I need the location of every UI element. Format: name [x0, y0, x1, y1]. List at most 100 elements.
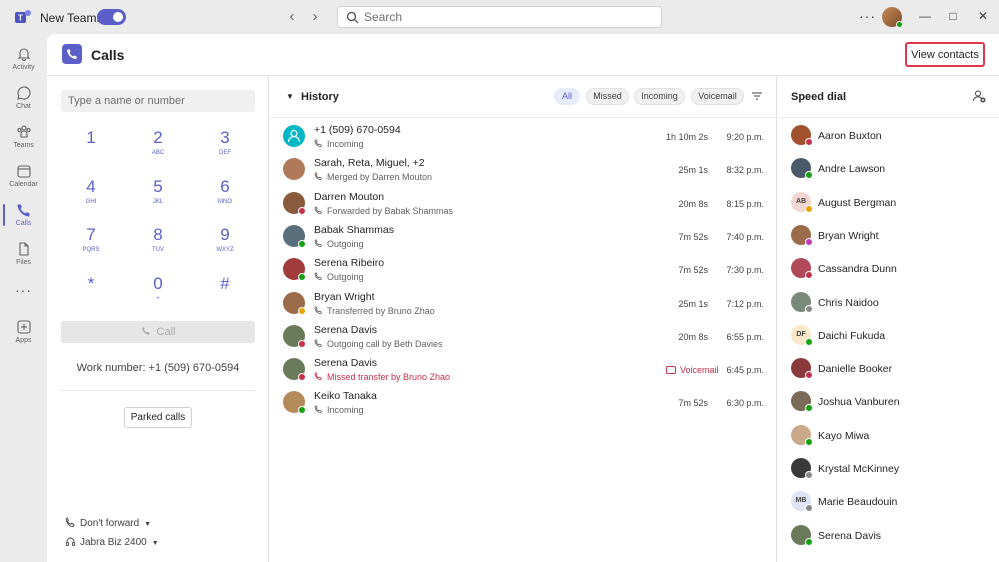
call-detail-text: Forwarded by Babak Shammas — [327, 205, 454, 216]
call-label: Call — [156, 326, 176, 338]
call-time: 7:30 p.m. — [726, 265, 764, 276]
call-button[interactable]: Call — [61, 321, 255, 343]
bell-icon — [17, 48, 30, 61]
speed-dial-item[interactable]: Bryan Wright — [778, 220, 999, 253]
speed-dial-item[interactable]: Joshua Vanburen — [778, 386, 999, 419]
dial-key[interactable]: # — [205, 274, 245, 314]
speed-dial-item[interactable]: Andre Lawson — [778, 153, 999, 186]
dial-key[interactable]: * — [71, 274, 111, 314]
forward-arrow-icon[interactable]: › — [307, 9, 323, 25]
more-options-icon[interactable]: ··· — [859, 8, 876, 24]
contact-name: Chris Naidoo — [818, 296, 879, 309]
user-presence-badge — [896, 21, 903, 28]
rail-item-files[interactable]: Files — [0, 235, 47, 274]
rail-more-icon[interactable]: ··· — [0, 282, 47, 298]
dial-key[interactable]: 2 ABC — [138, 128, 178, 168]
key-digit: 8 — [153, 225, 163, 244]
rail-item-chat[interactable]: Chat — [0, 79, 47, 118]
contact-name: Marie Beaudouin — [818, 496, 898, 509]
view-contacts-button[interactable]: View contacts — [905, 42, 985, 67]
close-icon[interactable]: ✕ — [975, 8, 991, 24]
key-letters: JKL — [152, 199, 164, 205]
chevron-down-icon: ▼ — [144, 521, 152, 528]
history-row[interactable]: Darren Mouton Forwarded by Babak Shammas 2… — [270, 188, 777, 221]
speed-dial-item[interactable]: Chris Naidoo — [778, 287, 999, 320]
filter-incoming[interactable]: Incoming — [634, 88, 685, 105]
rail-item-apps[interactable]: Apps — [0, 313, 47, 352]
teams-logo-icon: T — [15, 10, 31, 23]
speed-dial-item[interactable]: Kayo Miwa — [778, 420, 999, 453]
parked-calls-button[interactable]: Parked calls — [124, 407, 192, 428]
call-detail: Incoming — [314, 405, 364, 415]
history-row[interactable]: Serena Davis Outgoing call by Beth Davies… — [270, 321, 777, 354]
rail-label: Calls — [15, 220, 32, 227]
dial-key[interactable]: 5 JKL — [138, 177, 178, 217]
voicemail-link[interactable]: Voicemail — [666, 365, 719, 375]
filter-icon[interactable] — [751, 90, 763, 102]
contact-name: Sarah, Reta, Miguel, +2 — [314, 157, 425, 170]
speed-dial-item[interactable]: AB August Bergman — [778, 187, 999, 220]
new-teams-toggle[interactable] — [97, 9, 126, 25]
number-input[interactable] — [61, 90, 255, 112]
call-detail-text: Incoming — [327, 139, 364, 149]
key-letters: MNO — [218, 199, 232, 205]
speed-dial-item[interactable]: Serena Davis — [778, 520, 999, 553]
contact-name: Danielle Booker — [818, 363, 893, 376]
call-detail: Outgoing — [314, 272, 364, 282]
history-row[interactable]: +1 (509) 670-0594 Incoming 1h 10m 2s 9:20 p… — [270, 121, 777, 154]
file-icon — [18, 242, 29, 256]
rail-label: Calendar — [9, 181, 38, 188]
dial-key[interactable]: 8 TUV — [138, 225, 178, 265]
presence-badge — [298, 406, 306, 415]
rail-item-activity[interactable]: Activity — [0, 40, 47, 79]
rail-label: Activity — [12, 64, 35, 71]
contact-name: Bryan Wright — [314, 290, 375, 303]
add-contact-icon[interactable] — [972, 89, 986, 103]
audio-device-dropdown[interactable]: Jabra Biz 2400 ▼ — [65, 536, 159, 550]
dial-key[interactable]: 0 + — [138, 274, 178, 314]
history-row[interactable]: Bryan Wright Transferred by Bruno Zhao 25m… — [270, 288, 777, 321]
search-box[interactable] — [337, 6, 662, 28]
dial-key[interactable]: 3 DEF — [205, 128, 245, 168]
history-row[interactable]: Babak Shammas Outgoing 7m 52s 7:40 p.m. — [270, 221, 777, 254]
speed-dial-item[interactable]: Krystal McKinney — [778, 453, 999, 486]
call-time: 7:40 p.m. — [726, 231, 764, 242]
key-digit: 2 — [153, 128, 163, 147]
rail-item-calendar[interactable]: Calendar — [0, 157, 47, 196]
forward-label: Don't forward — [80, 518, 140, 529]
speed-dial-item[interactable]: Cassandra Dunn — [778, 253, 999, 286]
avatar-initials: MB — [795, 497, 807, 505]
rail-label: Apps — [15, 337, 32, 344]
history-row[interactable]: Sarah, Reta, Miguel, +2 Merged by Darren … — [270, 154, 777, 187]
call-time: 9:20 p.m. — [726, 132, 764, 142]
dial-key[interactable]: 1 — [71, 128, 111, 168]
presence-badge — [805, 371, 813, 380]
maximize-icon[interactable]: □ — [945, 8, 961, 24]
call-time: 7:12 p.m. — [726, 298, 764, 309]
history-row[interactable]: Keiko Tanaka Incoming 7m 52s 6:30 p.m. — [270, 387, 777, 420]
dial-key[interactable]: 6 MNO — [205, 177, 245, 217]
search-input[interactable] — [364, 7, 654, 27]
speed-dial-item[interactable]: Danielle Booker — [778, 353, 999, 386]
dial-key[interactable]: 4 GHI — [71, 177, 111, 217]
phone-icon — [17, 204, 30, 217]
filter-missed[interactable]: Missed — [586, 88, 629, 105]
dial-key[interactable]: 9 WXYZ — [205, 225, 245, 265]
call-detail-text: Outgoing — [327, 272, 364, 283]
filter-voicemail[interactable]: Voicemail — [691, 88, 744, 105]
call-forwarding-dropdown[interactable]: Don't forward ▼ — [65, 517, 151, 531]
rail-item-calls[interactable]: Calls — [0, 196, 47, 235]
collapse-caret-icon[interactable]: ▼ — [286, 92, 294, 101]
minimize-icon[interactable]: — — [917, 8, 933, 24]
call-duration: 1h 10m 2s — [665, 132, 708, 142]
rail-item-teams[interactable]: Teams — [0, 118, 47, 157]
contact-name: Aaron Buxton — [818, 130, 882, 142]
back-arrow-icon[interactable]: ‹ — [284, 9, 300, 25]
dial-key[interactable]: 7 PQRS — [71, 225, 111, 265]
speed-dial-item[interactable]: MB Marie Beaudouin — [778, 486, 999, 519]
filter-all[interactable]: All — [554, 88, 580, 105]
speed-dial-item[interactable]: Aaron Buxton — [778, 120, 999, 153]
history-row[interactable]: Serena Davis Missed transfer by Bruno Zha… — [270, 354, 777, 387]
history-row[interactable]: Serena Ribeiro Outgoing 7m 52s 7:30 p.m. — [270, 254, 777, 287]
speed-dial-item[interactable]: DF Daichi Fukuda — [778, 320, 999, 353]
